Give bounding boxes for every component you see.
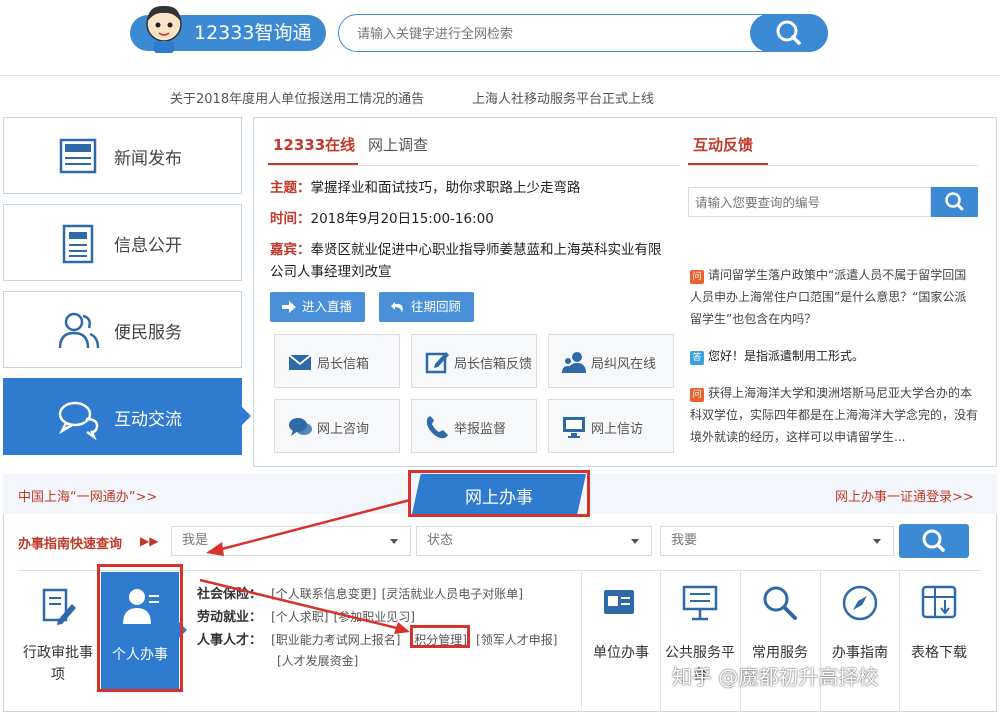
tab-12333-online[interactable]: 12333在线 [273, 134, 355, 155]
tile-online-consult[interactable]: 网上咨询 [274, 399, 400, 453]
id-card-icon [604, 590, 634, 614]
question-tag: 问 [690, 388, 704, 402]
mascot-icon [146, 5, 182, 53]
topic-line: 主题：掌握择业和面试技巧，助你求职路上少走弯路 [270, 180, 581, 196]
global-search-button[interactable] [750, 14, 828, 52]
mail-icon [288, 354, 312, 370]
link-internship[interactable]: [参加职业见习] [334, 610, 415, 624]
edit-icon [425, 352, 449, 374]
users-icon [58, 312, 100, 349]
link-talent-fund[interactable]: [人才发展资金] [277, 652, 358, 669]
feedback-title: 互动反馈 [693, 136, 754, 154]
select-identity[interactable]: 我是 [171, 526, 411, 556]
table-download-icon [921, 585, 957, 619]
one-cert-login-link[interactable]: 网上办事一证通登录>> [835, 486, 974, 505]
tab-divider [268, 165, 680, 166]
category-labor-employment: 劳动就业： [个人求职] [参加职业见习] [197, 610, 415, 625]
tile-director-mailbox[interactable]: 局长信箱 [274, 334, 400, 388]
highlight-box-personal [97, 564, 183, 692]
service-common[interactable]: 常用服务 [740, 570, 819, 712]
compass-icon [842, 585, 878, 621]
arrow-right-icon [282, 301, 296, 313]
chevron-down-icon [873, 539, 881, 544]
chevron-down-icon [631, 539, 639, 544]
approval-icon [42, 588, 76, 625]
question-tag: 问 [690, 270, 704, 284]
global-search [338, 14, 828, 52]
sidebar-item-news[interactable]: 新闻发布 [3, 117, 242, 194]
highlight-box-title [408, 470, 590, 517]
service-public-platform[interactable]: 公共服务平台 [660, 570, 739, 712]
sidebar-item-label: 信息公开 [114, 236, 182, 256]
sidebar-item-label: 便民服务 [114, 323, 182, 343]
link-job-seeking[interactable]: [个人求职] [271, 610, 328, 624]
watermark-text: 知乎 @魔都初升高择校 [672, 665, 879, 689]
answer-tag: 答 [690, 351, 704, 365]
document-icon [62, 224, 94, 264]
category-hr-talent: 人事人才： [职业能力考试网上报名] [积分管理] [领军人才申报] [197, 633, 558, 648]
service-unit-affairs[interactable]: 单位办事 [581, 570, 660, 712]
search-icon [945, 192, 964, 211]
link-flexible-statement[interactable]: [灵活就业人员电子对账单] [382, 587, 523, 601]
feedback-divider [688, 165, 978, 166]
feedback-question-1[interactable]: 问请问留学生落户政策中“派遣人员不属于留学回国 人员申办上海常住户口范围”是什么… [690, 264, 980, 330]
magnifier-icon [763, 586, 797, 620]
link-leading-talent[interactable]: [领军人才申报] [476, 633, 557, 647]
sidebar-item-services[interactable]: 便民服务 [3, 291, 242, 368]
chat-icon [58, 401, 99, 441]
global-search-input[interactable] [357, 23, 737, 43]
double-arrow-icon: ▶▶ [140, 534, 159, 548]
search-icon [922, 529, 945, 552]
enter-live-button[interactable]: 进入直播 [270, 292, 365, 322]
link-contact-change[interactable]: [个人联系信息变更] [271, 587, 376, 601]
service-form-download[interactable]: 表格下载 [899, 570, 978, 712]
tile-integrity-online[interactable]: 局纠风在线 [548, 334, 674, 388]
select-want[interactable]: 我要 [660, 526, 894, 556]
board-icon [682, 585, 718, 621]
highlight-box-points [410, 625, 470, 648]
shanghai-one-net-link[interactable]: 中国上海“一网通办”>> [18, 486, 157, 505]
feedback-search-field [688, 187, 931, 217]
guide-quick-label: 办事指南快速查询 [18, 537, 123, 552]
chevron-down-icon [390, 539, 398, 544]
feedback-answer-1: 答您好！是指派遣制用工形式。 [690, 345, 980, 367]
people-icon [562, 352, 586, 373]
time-line: 时间：2018年9月20日15:00-16:00 [270, 211, 494, 227]
select-status[interactable]: 状态 [416, 526, 652, 556]
search-icon [776, 20, 801, 45]
tile-report[interactable]: 举报监督 [411, 399, 537, 453]
sidebar-item-info[interactable]: 信息公开 [3, 204, 242, 281]
service-admin-approval[interactable]: 行政审批事项 [18, 572, 98, 710]
category-social-insurance: 社会保险： [个人联系信息变更] [灵活就业人员电子对账单] [197, 587, 523, 602]
active-pointer [242, 407, 251, 425]
guest-line: 嘉宾：奉贤区就业促进中心职业指导师姜慧蓝和上海英科实业有限 [270, 242, 662, 258]
news-icon [59, 138, 97, 174]
feedback-search-input[interactable] [695, 194, 920, 212]
notice-link-2[interactable]: 上海人社移动服务平台正式上线 [472, 88, 654, 107]
service-guide[interactable]: 办事指南 [820, 570, 899, 712]
guest-line-2: 公司人事经理刘改宣 [270, 264, 392, 280]
undo-icon [391, 302, 403, 313]
tile-online-petition[interactable]: 网上信访 [548, 399, 674, 453]
tab-survey[interactable]: 网上调查 [368, 134, 428, 155]
feedback-search-button[interactable] [931, 187, 978, 217]
tile-mailbox-feedback[interactable]: 局长信箱反馈 [411, 334, 537, 388]
notice-link-1[interactable]: 关于2018年度用人单位报送用工情况的通告 [170, 88, 424, 107]
monitor-icon [563, 417, 585, 438]
chat-bubble-icon [289, 418, 312, 436]
past-review-button[interactable]: 往期回顾 [379, 292, 474, 322]
sidebar-item-interaction[interactable]: 互动交流 [3, 378, 242, 455]
guide-search-button[interactable] [899, 524, 969, 558]
sidebar-item-label: 互动交流 [114, 410, 182, 430]
phone-icon [426, 416, 448, 439]
link-exam-registration[interactable]: [职业能力考试网上报名] [271, 633, 400, 647]
sidebar-item-label: 新闻发布 [114, 149, 182, 169]
feedback-question-2[interactable]: 问获得上海海洋大学和澳洲塔斯马尼亚大学合办的本 科双学位，实际四年都是在上海海洋… [690, 382, 982, 446]
